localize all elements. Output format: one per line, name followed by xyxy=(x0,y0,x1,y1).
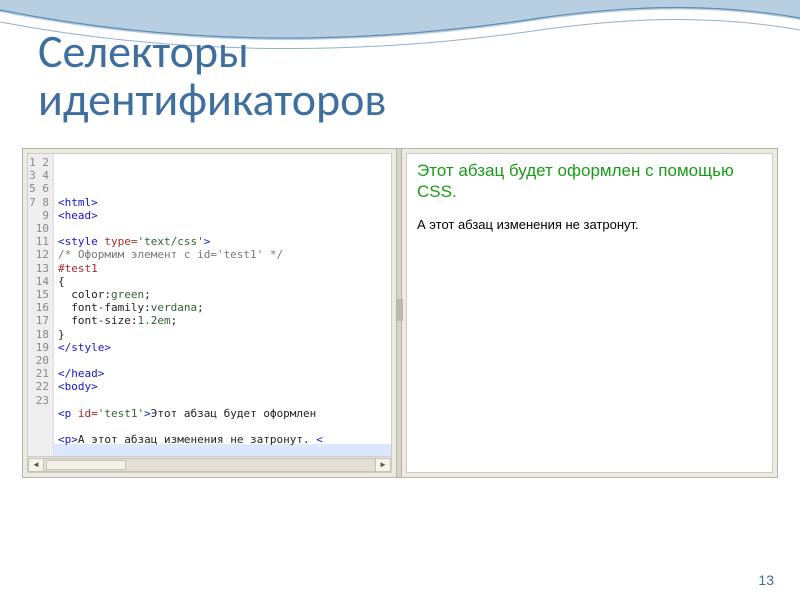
code-editor[interactable]: 1 2 3 4 5 6 7 8 9 10 11 12 13 14 15 16 1… xyxy=(27,153,392,473)
preview-paragraph-styled: Этот абзац будет оформлен с помощью CSS. xyxy=(417,160,762,203)
slide-number: 13 xyxy=(758,572,774,588)
splitter-handle-icon[interactable] xyxy=(397,299,403,321)
editor-panel: 1 2 3 4 5 6 7 8 9 10 11 12 13 14 15 16 1… xyxy=(22,148,778,478)
code-content[interactable]: <html> <head> <style type='text/css'> /*… xyxy=(54,154,391,458)
pane-splitter[interactable] xyxy=(396,149,402,477)
preview-pane: Этот абзац будет оформлен с помощью CSS.… xyxy=(406,153,773,473)
title-line-1: Селекторы xyxy=(38,28,386,76)
code-text: <html> <head> <style type='text/css'> /*… xyxy=(58,196,387,458)
scroll-track[interactable] xyxy=(44,458,375,472)
scroll-thumb[interactable] xyxy=(46,460,126,470)
line-number-gutter: 1 2 3 4 5 6 7 8 9 10 11 12 13 14 15 16 1… xyxy=(28,154,54,458)
horizontal-scrollbar[interactable]: ◄ ► xyxy=(28,456,391,472)
chevron-left-icon: ◄ xyxy=(32,460,40,469)
title-line-2: идентификаторов xyxy=(38,76,386,124)
chevron-right-icon: ► xyxy=(379,460,387,469)
scroll-right-button[interactable]: ► xyxy=(375,458,391,472)
page-title: Селекторы идентификаторов xyxy=(38,28,386,125)
scroll-left-button[interactable]: ◄ xyxy=(28,458,44,472)
preview-paragraph-plain: А этот абзац изменения не затронут. xyxy=(417,217,762,232)
